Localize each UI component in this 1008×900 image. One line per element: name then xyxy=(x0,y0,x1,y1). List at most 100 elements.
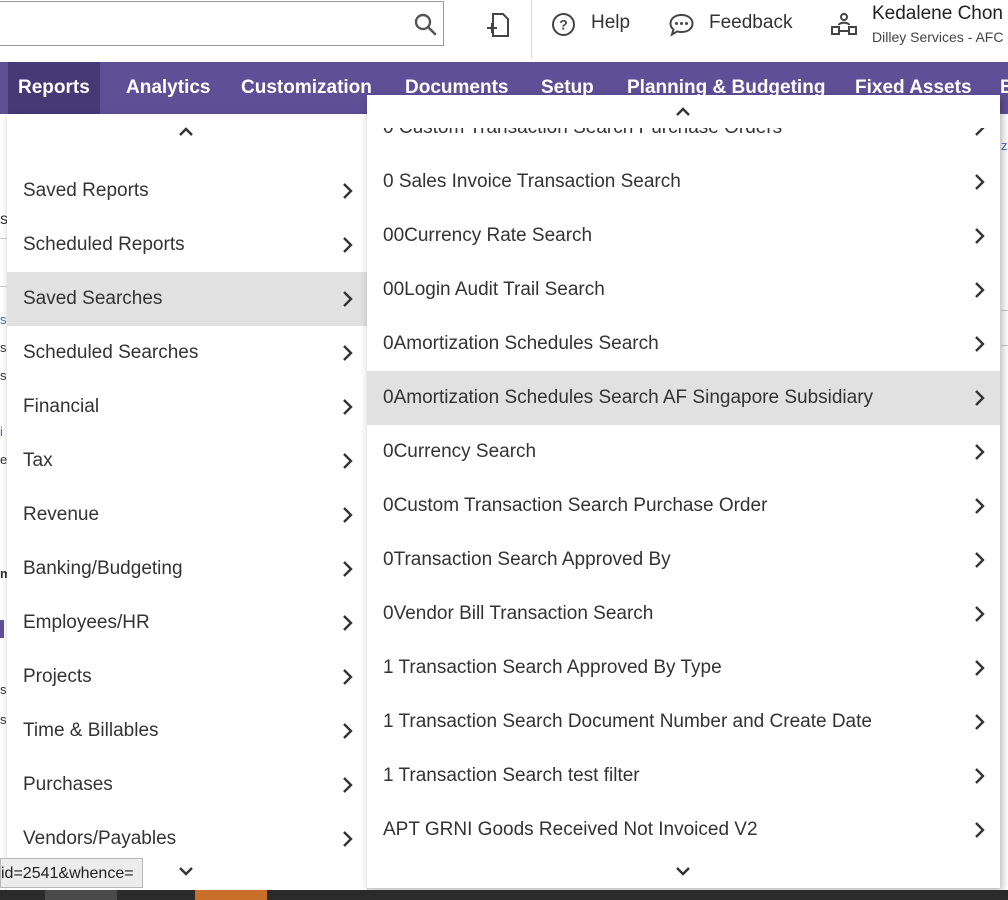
menu-item-label: Saved Searches xyxy=(23,288,163,309)
user-account[interactable]: Dilley Services - AFC xyxy=(872,29,1003,45)
menu-item-financial[interactable]: Financial xyxy=(7,380,367,434)
menu-item-revenue[interactable]: Revenue xyxy=(7,488,367,542)
submenu-item-00currency-rate-search[interactable]: 00Currency Rate Search xyxy=(367,209,1000,263)
submenu-item-label: 1 Transaction Search test filter xyxy=(383,765,640,786)
chevron-right-icon xyxy=(343,777,353,793)
chevron-right-icon xyxy=(975,822,985,838)
submenu-item-label: 0Amortization Schedules Search xyxy=(383,333,659,354)
menu-item-banking-budgeting[interactable]: Banking/Budgeting xyxy=(7,542,367,596)
submenu-item-0transaction-search-approved-by[interactable]: 0Transaction Search Approved By xyxy=(367,533,1000,587)
submenu-item-0-sales-invoice-transaction-search[interactable]: 0 Sales Invoice Transaction Search xyxy=(367,155,1000,209)
help-icon[interactable]: ? xyxy=(551,12,576,37)
submenu-item-0currency-search[interactable]: 0Currency Search xyxy=(367,425,1000,479)
background-text-fragment: s xyxy=(0,340,7,355)
chevron-right-icon xyxy=(343,831,353,847)
chevron-right-icon xyxy=(343,345,353,361)
taskbar-item[interactable] xyxy=(195,890,267,900)
menu-item-label: Employees/HR xyxy=(23,612,150,633)
submenu-item-label: 0Amortization Schedules Search AF Singap… xyxy=(383,387,874,408)
menu-item-saved-searches[interactable]: Saved Searches xyxy=(7,272,367,326)
menu-item-time-billables[interactable]: Time & Billables xyxy=(7,704,367,758)
top-header: ? Help Feedback Kedalene Chon Dilley Ser… xyxy=(0,0,1008,62)
background-text-fragment: s xyxy=(0,368,7,383)
chevron-right-icon xyxy=(975,336,985,352)
search-icon[interactable] xyxy=(413,12,437,36)
submenu-item-label: 1 Transaction Search Document Number and… xyxy=(383,711,872,732)
chevron-right-icon xyxy=(975,390,985,406)
status-bar-url: id=2541&whence= xyxy=(0,858,143,888)
menu-item-label: Time & Billables xyxy=(23,720,159,741)
svg-text:?: ? xyxy=(559,17,568,33)
submenu-item-label: 0 Sales Invoice Transaction Search xyxy=(383,171,681,192)
submenu-item-label: 0Custom Transaction Search Purchase Orde… xyxy=(383,495,768,516)
background-link-fragment[interactable]: z xyxy=(1001,138,1008,153)
chevron-right-icon xyxy=(975,128,985,136)
chevron-right-icon xyxy=(343,615,353,631)
scroll-up-icon[interactable] xyxy=(177,126,195,138)
chevron-right-icon xyxy=(343,453,353,469)
background-link-fragment[interactable]: s xyxy=(0,312,7,327)
submenu-item-label: 0Vendor Bill Transaction Search xyxy=(383,603,654,624)
background-divider xyxy=(1001,345,1008,346)
help-link[interactable]: Help xyxy=(591,12,630,34)
chevron-right-icon xyxy=(343,291,353,307)
submenu-item-1-transaction-search-approved-by-type[interactable]: 1 Transaction Search Approved By Type xyxy=(367,641,1000,695)
submenu-item-label: 1 Transaction Search Approved By Type xyxy=(383,657,722,678)
chevron-right-icon xyxy=(975,282,985,298)
submenu-item-00login-audit-trail-search[interactable]: 00Login Audit Trail Search xyxy=(367,263,1000,317)
submenu-item-0amortization-schedules-search-af-singapore-subsidiary[interactable]: 0Amortization Schedules Search AF Singap… xyxy=(367,371,1000,425)
chevron-right-icon xyxy=(343,561,353,577)
chevron-right-icon xyxy=(975,444,985,460)
chevron-right-icon xyxy=(975,552,985,568)
chevron-right-icon xyxy=(343,669,353,685)
menu-item-projects[interactable]: Projects xyxy=(7,650,367,704)
submenu-item-0vendor-bill-transaction-search[interactable]: 0Vendor Bill Transaction Search xyxy=(367,587,1000,641)
background-link-fragment[interactable]: i xyxy=(0,424,3,439)
tab-reports[interactable]: Reports xyxy=(8,62,100,114)
menu-item-employees-hr[interactable]: Employees/HR xyxy=(7,596,367,650)
submenu-item-0custom-transaction-search-purchase-order[interactable]: 0Custom Transaction Search Purchase Orde… xyxy=(367,479,1000,533)
menu-item-label: Saved Reports xyxy=(23,180,149,201)
feedback-icon[interactable] xyxy=(668,12,695,37)
feedback-link[interactable]: Feedback xyxy=(709,12,792,34)
submenu-item-1-transaction-search-document-number-and-create-date[interactable]: 1 Transaction Search Document Number and… xyxy=(367,695,1000,749)
menu-item-purchases[interactable]: Purchases xyxy=(7,758,367,812)
tab-analytics[interactable]: Analytics xyxy=(116,62,220,114)
chevron-right-icon xyxy=(975,714,985,730)
submenu-item-label: 0Currency Search xyxy=(383,441,537,462)
submenu-item-label: 0 Custom Transaction Search Purchase Ord… xyxy=(383,117,783,138)
chevron-right-icon xyxy=(975,768,985,784)
chevron-right-icon xyxy=(975,228,985,244)
chevron-right-icon xyxy=(975,660,985,676)
chevron-right-icon xyxy=(975,498,985,514)
submenu-item-apt-grni-goods-received-not-invoiced-v2[interactable]: APT GRNI Goods Received Not Invoiced V2 xyxy=(367,803,1000,857)
menu-item-label: Scheduled Searches xyxy=(23,342,199,363)
tab-customization[interactable]: Customization xyxy=(231,62,382,114)
scroll-up-icon[interactable] xyxy=(674,106,692,118)
taskbar-item[interactable] xyxy=(45,890,117,900)
role-switch-icon[interactable] xyxy=(830,11,858,39)
menu-item-scheduled-reports[interactable]: Scheduled Reports xyxy=(7,218,367,272)
background-divider xyxy=(1001,310,1008,311)
menu-item-scheduled-searches[interactable]: Scheduled Searches xyxy=(7,326,367,380)
reports-dropdown-menu: Saved Reports Scheduled Reports Saved Sear… xyxy=(7,114,367,890)
chevron-right-icon xyxy=(343,237,353,253)
chevron-right-icon xyxy=(343,723,353,739)
menu-item-label: Projects xyxy=(23,666,92,687)
submenu-item-0amortization-schedules-search[interactable]: 0Amortization Schedules Search xyxy=(367,317,1000,371)
menu-item-label: Banking/Budgeting xyxy=(23,558,183,579)
global-search-input[interactable] xyxy=(0,1,444,46)
menu-item-label: Revenue xyxy=(23,504,100,525)
menu-item-saved-reports[interactable]: Saved Reports xyxy=(7,164,367,218)
chevron-right-icon xyxy=(975,174,985,190)
scroll-down-icon[interactable] xyxy=(177,865,195,877)
menu-item-tax[interactable]: Tax xyxy=(7,434,367,488)
recent-records-icon[interactable] xyxy=(484,11,512,39)
submenu-item-1-transaction-search-test-filter[interactable]: 1 Transaction Search test filter xyxy=(367,749,1000,803)
scroll-down-icon[interactable] xyxy=(674,865,692,877)
submenu-item-label: APT GRNI Goods Received Not Invoiced V2 xyxy=(383,819,758,840)
chevron-right-icon xyxy=(343,399,353,415)
chevron-right-icon xyxy=(343,507,353,523)
user-name[interactable]: Kedalene Chon xyxy=(872,3,1003,25)
background-text-fragment: s xyxy=(0,712,7,727)
